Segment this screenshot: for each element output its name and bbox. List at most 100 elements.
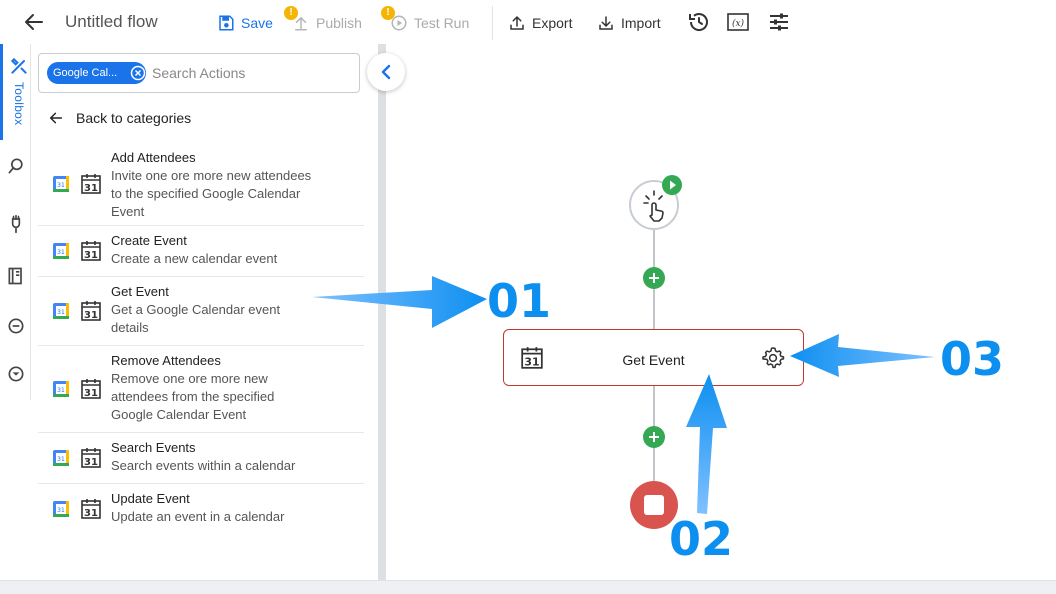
calendar-31-icon: 31 <box>80 378 102 400</box>
minus-circle-icon[interactable] <box>6 316 26 336</box>
google-calendar-icon: 31 <box>53 303 69 319</box>
svg-text:31: 31 <box>84 250 98 261</box>
save-label: Save <box>241 15 273 31</box>
publish-warning-badge: ! <box>284 6 298 20</box>
back-arrow-icon[interactable] <box>22 10 46 34</box>
google-calendar-icon: 31 <box>53 243 69 259</box>
tools-icon <box>9 56 29 76</box>
top-bar: Untitled flow Save Publish ! Test Run ! … <box>0 0 1056 44</box>
download-icon <box>599 16 613 30</box>
toolbox-tab[interactable]: Toolbox <box>0 44 31 140</box>
chevron-left-icon <box>381 64 391 80</box>
chip-remove-icon[interactable] <box>130 65 146 81</box>
filter-chip[interactable]: Google Cal... <box>47 62 146 84</box>
action-description: attendees from the specified <box>111 389 275 404</box>
test-run-button[interactable]: Test Run <box>390 12 469 34</box>
toolbox-label: Toolbox <box>12 82 26 126</box>
calendar-31-icon: 31 <box>80 173 102 195</box>
gear-icon[interactable] <box>761 346 785 375</box>
test-run-label: Test Run <box>414 15 470 31</box>
settings-sliders-icon[interactable] <box>767 10 791 34</box>
filter-chip-label: Google Cal... <box>53 67 118 79</box>
export-button[interactable]: Export <box>508 12 572 34</box>
svg-text:31: 31 <box>57 507 65 514</box>
action-description: to the specified Google Calendar <box>111 186 301 201</box>
annotation-03: 03 <box>940 332 1005 386</box>
svg-text:31: 31 <box>57 456 65 463</box>
flow-title[interactable]: Untitled flow <box>65 12 158 32</box>
action-remove-attendees[interactable]: 31 31 Remove Attendees Remove one ore mo… <box>38 346 364 433</box>
plug-icon[interactable] <box>6 214 26 234</box>
variables-icon[interactable]: (x) <box>726 10 750 34</box>
back-arrow-icon <box>49 112 63 124</box>
action-add-attendees[interactable]: 31 31 Add Attendees Invite one ore more … <box>38 143 364 226</box>
step-label: Get Event <box>622 352 685 368</box>
action-description: Event <box>111 204 145 219</box>
svg-text:31: 31 <box>57 249 65 256</box>
plus-icon <box>649 273 659 283</box>
action-description: Get a Google Calendar event <box>111 302 281 317</box>
history-icon[interactable] <box>687 10 711 34</box>
add-step-button[interactable] <box>643 426 665 448</box>
svg-text:31: 31 <box>84 457 98 468</box>
calendar-31-icon: 31 <box>80 300 102 322</box>
action-title: Remove Attendees <box>111 353 221 368</box>
google-calendar-icon: 31 <box>53 176 69 192</box>
toolbar-divider <box>492 6 493 40</box>
back-to-categories-label: Back to categories <box>76 110 192 126</box>
svg-text:31: 31 <box>57 387 65 394</box>
svg-text:31: 31 <box>57 309 65 316</box>
panel-resize-handle[interactable] <box>378 44 386 580</box>
export-label: Export <box>532 15 573 31</box>
publish-label: Publish <box>316 15 362 31</box>
action-description: Remove one ore more new <box>111 371 268 386</box>
actions-list: 31 31 Add Attendees Invite one ore more … <box>38 143 364 535</box>
calendar-31-icon: 31 <box>80 447 102 469</box>
action-description: Google Calendar Event <box>111 407 247 422</box>
add-step-button[interactable] <box>643 267 665 289</box>
toolbox-panel: Google Cal... Back to categories 31 31 A… <box>31 44 378 580</box>
book-icon[interactable] <box>6 266 26 286</box>
search-actions-input[interactable] <box>152 62 352 84</box>
publish-button[interactable]: Publish <box>292 12 362 34</box>
svg-text:31: 31 <box>84 183 98 194</box>
svg-text:(x): (x) <box>732 18 745 29</box>
stop-square-icon <box>644 495 664 515</box>
google-calendar-icon: 31 <box>53 501 69 517</box>
action-description: Create a new calendar event <box>111 251 278 266</box>
calendar-31-icon: 31 <box>80 498 102 520</box>
action-update-event[interactable]: 31 31 Update Event Update an event in a … <box>38 484 364 535</box>
import-label: Import <box>621 15 661 31</box>
play-badge-icon[interactable] <box>662 175 682 195</box>
action-search-events[interactable]: 31 31 Search Events Search events within… <box>38 433 364 484</box>
action-title: Get Event <box>111 284 169 299</box>
svg-text:31: 31 <box>84 388 98 399</box>
upload-icon <box>510 15 524 30</box>
left-rail: Toolbox <box>0 44 31 400</box>
annotation-01: 01 <box>487 274 552 328</box>
google-calendar-icon: 31 <box>53 381 69 397</box>
action-title: Add Attendees <box>111 150 196 165</box>
action-description: Invite one ore more new attendees <box>111 168 312 183</box>
svg-text:31: 31 <box>84 310 98 321</box>
import-button[interactable]: Import <box>597 12 661 34</box>
search-box[interactable]: Google Cal... <box>38 53 360 93</box>
bottom-status-strip <box>0 580 1056 594</box>
action-get-event[interactable]: 31 31 Get Event Get a Google Calendar ev… <box>38 277 364 346</box>
calendar-31-icon: 31 <box>80 240 102 262</box>
annotation-02: 02 <box>669 512 734 566</box>
plus-icon <box>649 432 659 442</box>
save-button[interactable]: Save <box>217 12 273 34</box>
test-run-warning-badge: ! <box>381 6 395 20</box>
action-create-event[interactable]: 31 31 Create Event Create a new calendar… <box>38 226 364 277</box>
collapse-panel-button[interactable] <box>367 53 405 91</box>
google-calendar-icon: 31 <box>53 450 69 466</box>
action-description: Search events within a calendar <box>111 458 296 473</box>
svg-text:31: 31 <box>84 508 98 519</box>
action-title: Search Events <box>111 440 196 455</box>
search-icon[interactable] <box>6 156 26 176</box>
back-to-categories-link[interactable]: Back to categories <box>48 108 191 128</box>
dropdown-circle-icon[interactable] <box>6 364 26 384</box>
save-icon <box>219 15 234 31</box>
get-event-step-node[interactable]: 31 Get Event <box>503 329 804 386</box>
